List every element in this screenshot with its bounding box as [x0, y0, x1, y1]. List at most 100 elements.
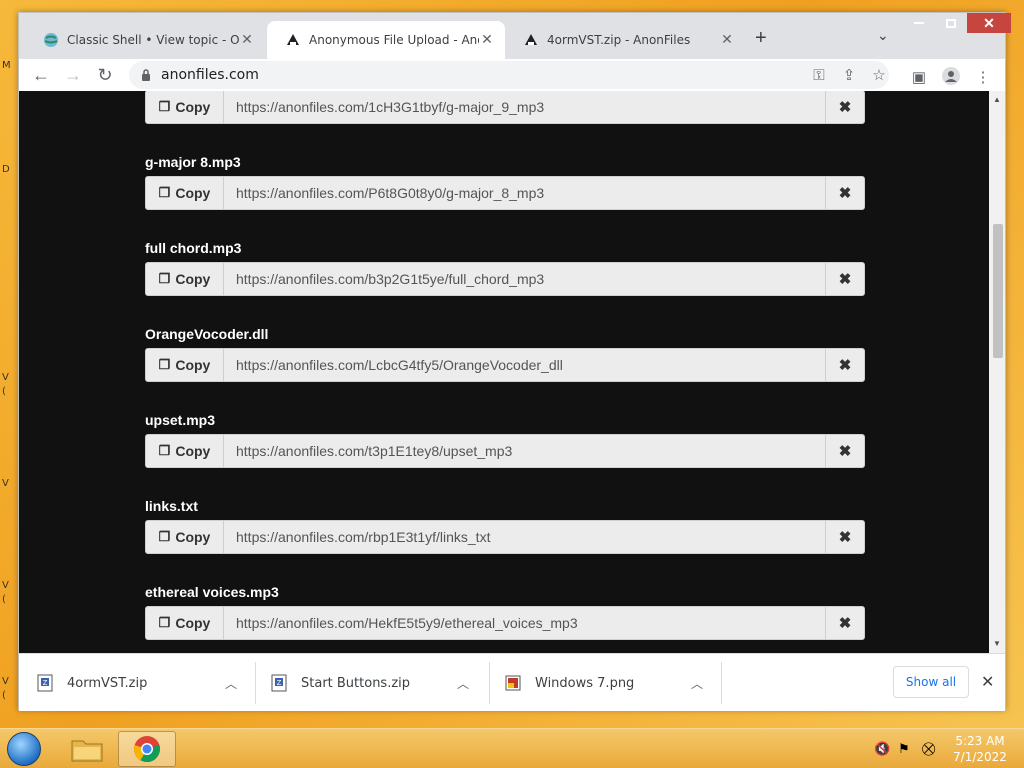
action-center-icon[interactable]: ⚑ [898, 741, 910, 757]
copy-label: Copy [175, 529, 211, 545]
file-link-input[interactable]: https://anonfiles.com/HekfE5t5y9/etherea… [224, 607, 825, 639]
vertical-scrollbar[interactable]: ▲ ▼ [989, 91, 1005, 653]
download-item[interactable]: Z Start Buttons.zip ︿ [271, 662, 487, 704]
file-link-input[interactable]: https://anonfiles.com/t3p1E1tey8/upset_m… [224, 435, 825, 467]
download-filename: 4ormVST.zip [67, 675, 148, 691]
chevron-up-icon[interactable]: ︿ [691, 675, 703, 692]
tab-anonymous-file-upload[interactable]: Anonymous File Upload - AnonFiles ✕ [267, 21, 505, 59]
network-error-icon[interactable]: ⛒ [922, 741, 935, 757]
close-window-button[interactable]: ✕ [967, 13, 1011, 33]
speaker-muted-icon[interactable]: 🔇 [874, 741, 890, 757]
key-icon[interactable]: ⚿ [809, 66, 829, 84]
remove-button[interactable]: ✖ [825, 349, 864, 381]
minimize-button[interactable] [903, 13, 935, 33]
anonfiles-icon [285, 32, 301, 48]
copy-label: Copy [175, 271, 211, 287]
copy-label: Copy [175, 615, 211, 631]
scroll-up-icon[interactable]: ▲ [993, 95, 1001, 104]
file-name: links.txt [145, 498, 198, 514]
file-name: ethereal voices.mp3 [145, 584, 279, 600]
download-item[interactable]: Windows 7.png ︿ [505, 662, 721, 704]
link-row: ❐ Copy https://anonfiles.com/1cH3G1tbyf/g… [145, 91, 865, 124]
scrollbar-thumb[interactable] [993, 224, 1003, 358]
remove-button[interactable]: ✖ [825, 521, 864, 553]
file-link-input[interactable]: https://anonfiles.com/b3p2G1t5ye/full_ch… [224, 263, 825, 295]
remove-button[interactable]: ✖ [825, 263, 864, 295]
file-link-input[interactable]: https://anonfiles.com/1cH3G1tbyf/g-major… [224, 91, 825, 123]
copy-icon: ❐ [158, 443, 171, 458]
side-panel-icon[interactable]: ▣ [909, 68, 929, 86]
copy-button[interactable]: ❐ Copy [146, 435, 224, 467]
close-icon[interactable]: ✕ [719, 32, 735, 48]
back-icon[interactable]: ← [29, 63, 53, 87]
desktop-icon-label: ( [2, 386, 6, 397]
copy-button[interactable]: ❐ Copy [146, 177, 224, 209]
remove-button[interactable]: ✖ [825, 177, 864, 209]
clock-time: 5:23 AM [955, 734, 1005, 748]
share-icon[interactable]: ⇪ [839, 66, 859, 84]
zip-file-icon: Z [37, 674, 53, 692]
file-name: OrangeVocoder.dll [145, 326, 269, 342]
download-shelf: Z 4ormVST.zip ︿ Z Start Buttons.zip ︿ Wi… [19, 653, 1005, 711]
remove-button[interactable]: ✖ [825, 435, 864, 467]
copy-button[interactable]: ❐ Copy [146, 263, 224, 295]
copy-label: Copy [175, 99, 211, 115]
tab-classic-shell[interactable]: Classic Shell • View topic - Original...… [25, 21, 265, 59]
desktop-icon-label: V [2, 372, 9, 383]
clock-date: 7/1/2022 [953, 750, 1007, 764]
desktop-icon-label: D [2, 164, 10, 175]
reload-icon[interactable]: ↻ [93, 63, 117, 87]
chevron-up-icon[interactable]: ︿ [225, 675, 237, 692]
copy-button[interactable]: ❐ Copy [146, 91, 224, 123]
chrome-icon [134, 736, 160, 763]
copy-button[interactable]: ❐ Copy [146, 349, 224, 381]
start-button[interactable] [2, 730, 46, 768]
forward-icon[interactable]: → [61, 63, 85, 87]
copy-icon: ❐ [158, 271, 171, 286]
desktop-icon-label: ( [2, 594, 6, 605]
tab-strip: Classic Shell • View topic - Original...… [19, 13, 1011, 59]
bookmark-star-icon[interactable]: ☆ [869, 66, 889, 84]
close-icon[interactable]: ✕ [981, 672, 994, 692]
close-icon[interactable]: ✕ [239, 32, 255, 48]
copy-icon: ❐ [158, 185, 171, 200]
show-all-button[interactable]: Show all [893, 666, 969, 698]
page-content: ❐ Copy https://anonfiles.com/1cH3G1tbyf/g… [19, 91, 989, 653]
scroll-down-icon[interactable]: ▼ [993, 639, 1001, 648]
globe-icon [43, 32, 59, 48]
zip-file-icon: Z [271, 674, 287, 692]
windows-orb-icon [7, 732, 41, 766]
window-controls: ✕ [903, 13, 1011, 35]
remove-button[interactable]: ✖ [825, 607, 864, 639]
file-link-input[interactable]: https://anonfiles.com/P6t8G0t8y0/g-major… [224, 177, 825, 209]
taskbar-explorer[interactable] [58, 731, 116, 767]
taskbar: 🔇 ⚑ ⛒ 5:23 AM 7/1/2022 [0, 728, 1024, 768]
close-icon[interactable]: ✕ [479, 32, 495, 48]
copy-button[interactable]: ❐ Copy [146, 521, 224, 553]
chevron-up-icon[interactable]: ︿ [457, 675, 469, 692]
tab-title: Anonymous File Upload - AnonFiles [309, 33, 479, 47]
remove-button[interactable]: ✖ [825, 91, 864, 123]
tab-4ormvst[interactable]: 4ormVST.zip - AnonFiles ✕ [505, 21, 745, 59]
chevron-down-icon[interactable]: ⌄ [877, 27, 889, 44]
new-tab-icon[interactable]: + [755, 27, 767, 50]
system-clock[interactable]: 5:23 AM 7/1/2022 [952, 733, 1008, 765]
browser-toolbar: ← → ↻ anonfiles.com ⚿ ⇪ ☆ ▣ ⋮ [19, 59, 1005, 91]
copy-button[interactable]: ❐ Copy [146, 607, 224, 639]
download-filename: Windows 7.png [535, 675, 635, 691]
file-link-input[interactable]: https://anonfiles.com/LcbcG4tfy5/OrangeV… [224, 349, 825, 381]
profile-avatar-icon[interactable] [941, 67, 961, 85]
copy-icon: ❐ [158, 529, 171, 544]
link-row: ❐ Copy https://anonfiles.com/t3p1E1tey8/u… [145, 434, 865, 468]
menu-kebab-icon[interactable]: ⋮ [973, 68, 993, 86]
desktop-icon-label: V [2, 580, 9, 591]
link-row: ❐ Copy https://anonfiles.com/HekfE5t5y9/e… [145, 606, 865, 640]
address-bar[interactable]: anonfiles.com ⚿ ⇪ ☆ [129, 61, 889, 89]
file-link-input[interactable]: https://anonfiles.com/rbp1E3t1yf/links_t… [224, 521, 825, 553]
taskbar-chrome[interactable] [118, 731, 176, 767]
url-text: anonfiles.com [161, 67, 259, 83]
copy-icon: ❐ [158, 615, 171, 630]
download-item[interactable]: Z 4ormVST.zip ︿ [37, 662, 253, 704]
download-filename: Start Buttons.zip [301, 675, 411, 691]
maximize-button[interactable] [935, 13, 967, 33]
